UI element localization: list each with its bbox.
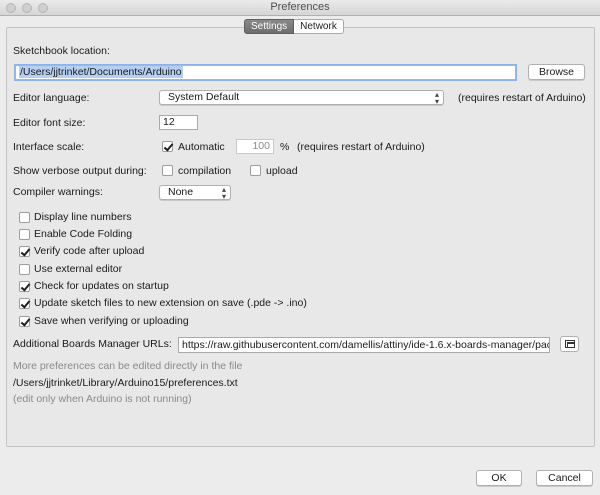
percent-sign: % (280, 141, 290, 153)
editor-language-value: System Default (168, 91, 240, 103)
interface-scale-note: (requires restart of Arduino) (297, 141, 425, 153)
option-label: Check for updates on startup (34, 280, 169, 292)
sketchbook-location-value: /Users/jjtrinket/Documents/Arduino (19, 66, 183, 78)
code-folding-checkbox[interactable] (19, 229, 30, 240)
preferences-window: Preferences Settings Network Sketchbook … (0, 0, 600, 495)
updown-arrows-icon: ▴ ▾ (434, 90, 439, 106)
title-bar: Preferences (0, 0, 600, 16)
compiler-warnings-label: Compiler warnings: (13, 186, 103, 198)
editor-language-note: (requires restart of Arduino) (458, 92, 586, 104)
browse-button[interactable]: Browse (528, 64, 585, 80)
update-extension-checkbox[interactable] (19, 298, 30, 309)
option-label: Display line numbers (34, 211, 132, 223)
tab-bar: Settings Network (244, 19, 344, 34)
font-size-label: Editor font size: (13, 117, 86, 129)
automatic-scale-label: Automatic (178, 141, 225, 153)
verify-after-upload-checkbox[interactable] (19, 246, 30, 257)
edit-note-text: (edit only when Arduino is not running) (13, 393, 192, 405)
sketchbook-label: Sketchbook location: (13, 45, 110, 57)
option-label: Enable Code Folding (34, 228, 133, 240)
verbose-label: Show verbose output during: (13, 165, 147, 177)
sketchbook-location-field[interactable]: /Users/jjtrinket/Documents/Arduino (15, 65, 516, 80)
compiler-warnings-select[interactable]: None ▴ ▾ (159, 185, 231, 201)
external-editor-checkbox[interactable] (19, 264, 30, 275)
interface-scale-label: Interface scale: (13, 141, 85, 153)
window-list-icon-inner (567, 342, 575, 348)
option-label: Save when verifying or uploading (34, 315, 189, 327)
edit-urls-button[interactable] (560, 336, 579, 352)
updown-arrows-icon: ▴ ▾ (221, 185, 226, 201)
automatic-scale-checkbox[interactable] (162, 141, 173, 152)
boards-manager-urls-field[interactable]: https://raw.githubusercontent.com/damell… (178, 337, 550, 353)
tab-settings[interactable]: Settings (244, 19, 295, 34)
option-label: Update sketch files to new extension on … (34, 297, 307, 309)
tab-network[interactable]: Network (294, 19, 344, 34)
font-size-field[interactable]: 12 (159, 115, 198, 130)
preferences-file-path: /Users/jjtrinket/Library/Arduino15/prefe… (13, 377, 238, 389)
save-when-verifying-checkbox[interactable] (19, 316, 30, 327)
verbose-compilation-checkbox[interactable] (162, 165, 173, 176)
verbose-upload-checkbox[interactable] (250, 165, 261, 176)
cancel-button[interactable]: Cancel (536, 470, 593, 486)
boards-manager-label: Additional Boards Manager URLs: (13, 338, 172, 350)
editor-language-label: Editor language: (13, 92, 90, 104)
display-line-numbers-checkbox[interactable] (19, 212, 30, 223)
compiler-warnings-value: None (168, 186, 194, 198)
more-preferences-text: More preferences can be edited directly … (13, 360, 243, 372)
window-title: Preferences (270, 1, 330, 13)
option-label: Use external editor (34, 263, 123, 275)
option-label: Verify code after upload (34, 245, 145, 257)
editor-language-select[interactable]: System Default ▴ ▾ (159, 90, 444, 106)
ok-button[interactable]: OK (476, 470, 522, 486)
interface-scale-field[interactable]: 100 (236, 139, 274, 154)
check-updates-checkbox[interactable] (19, 281, 30, 292)
verbose-upload-label: upload (266, 165, 298, 177)
settings-panel: Sketchbook location: /Users/jjtrinket/Do… (6, 27, 595, 447)
verbose-compilation-label: compilation (178, 165, 232, 177)
